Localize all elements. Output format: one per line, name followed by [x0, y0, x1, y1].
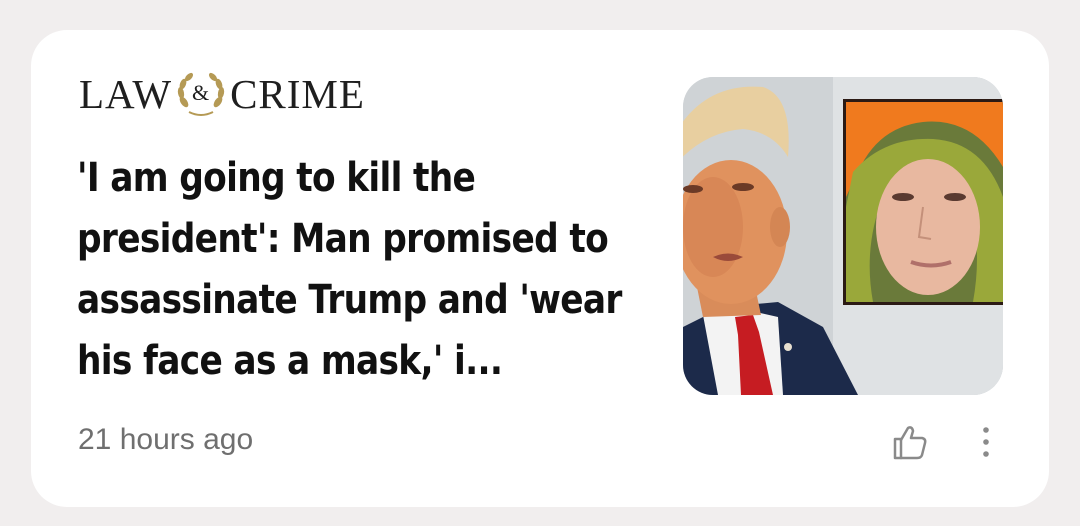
like-button[interactable]: [887, 420, 931, 464]
headline[interactable]: 'I am going to kill the president': Man …: [77, 148, 636, 392]
thumbnail-image: [683, 77, 1003, 395]
timestamp: 21 hours ago: [78, 423, 254, 456]
publisher-name-left: LAW: [79, 71, 173, 117]
thumbs-up-icon: [893, 426, 927, 460]
more-vertical-icon: [983, 427, 989, 457]
news-card[interactable]: LAW & CRIME 'I am going to kill the pres…: [31, 30, 1049, 507]
laurel-wreath-icon: &: [175, 68, 227, 120]
article-thumbnail[interactable]: [683, 77, 1003, 395]
publisher-name-right: CRIME: [230, 71, 365, 117]
more-options-button[interactable]: [971, 420, 1001, 464]
publisher-ampersand: &: [192, 80, 211, 105]
publisher-logo: LAW & CRIME: [79, 68, 365, 120]
